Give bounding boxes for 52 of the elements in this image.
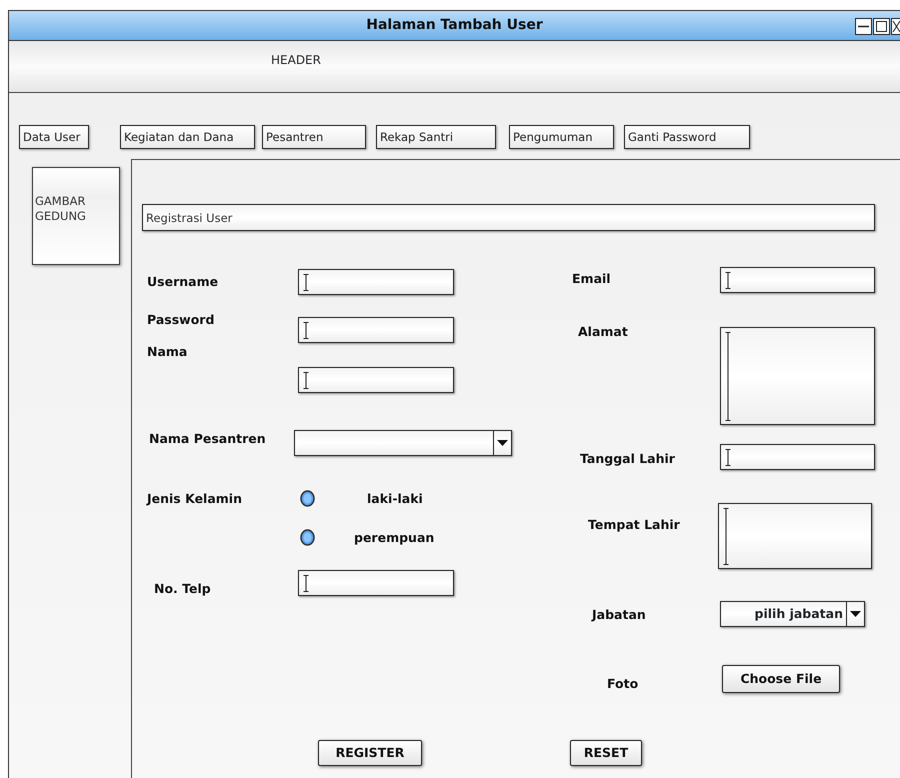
nav-tab[interactable]: Pesantren (262, 125, 366, 149)
caret-icon (497, 440, 508, 446)
radio-label: laki-laki (367, 490, 423, 508)
input-field[interactable] (298, 570, 454, 596)
nav-tab[interactable]: Kegiatan dan Dana (120, 125, 255, 149)
field-label: Nama Pesantren (149, 430, 266, 448)
caret-icon (850, 611, 861, 617)
field-label: Nama (147, 343, 188, 361)
text-cursor-icon (303, 274, 309, 291)
text-cursor-icon (303, 322, 309, 339)
header-label: HEADER (271, 53, 321, 67)
field-label: Tanggal Lahir (580, 450, 675, 468)
text-cursor-icon (303, 372, 309, 389)
field-label: Jenis Kelamin (147, 490, 242, 508)
field-label: Username (147, 273, 218, 291)
text-cursor-icon (303, 575, 309, 592)
image-placeholder-label: GAMBAR GEDUNG (35, 194, 86, 223)
field-label: No. Telp (154, 580, 211, 598)
field-label: Tempat Lahir (588, 516, 680, 534)
text-cursor-icon (725, 332, 731, 421)
window-title: Halaman Tambah User (366, 16, 543, 35)
input-field[interactable] (720, 444, 875, 470)
maximize-icon[interactable] (873, 18, 890, 35)
field-label: Foto (607, 675, 638, 693)
field-label: Jabatan (592, 606, 646, 624)
input-field[interactable] (298, 367, 454, 393)
input-field[interactable] (720, 267, 875, 293)
radio-label: perempuan (354, 529, 434, 547)
section-title: Registrasi User (142, 204, 875, 231)
input-field[interactable] (720, 327, 875, 425)
field-label: Alamat (578, 323, 628, 341)
radio-button[interactable] (300, 529, 315, 546)
reset-button[interactable]: RESET (570, 740, 642, 766)
dropdown[interactable] (294, 430, 512, 456)
nav-tab[interactable]: Ganti Password (624, 125, 750, 149)
radio-button[interactable] (300, 490, 315, 507)
nav-tab[interactable]: Data User (19, 125, 89, 149)
input-field[interactable] (298, 317, 454, 343)
choose-file-button[interactable]: Choose File (722, 665, 840, 693)
register-button[interactable]: REGISTER (318, 740, 422, 766)
dropdown[interactable]: pilih jabatan (720, 601, 865, 627)
minimize-icon[interactable] (855, 18, 872, 35)
input-field[interactable] (298, 269, 454, 295)
close-icon[interactable] (891, 18, 900, 35)
input-field[interactable] (718, 503, 872, 569)
nav-tab[interactable]: Pengumuman (509, 125, 614, 149)
field-label: Email (572, 270, 611, 288)
text-cursor-icon (725, 272, 731, 289)
nav-tab[interactable]: Rekap Santri (376, 125, 496, 149)
text-cursor-icon (725, 449, 731, 466)
text-cursor-icon (723, 508, 729, 565)
field-label: Password (147, 311, 214, 329)
